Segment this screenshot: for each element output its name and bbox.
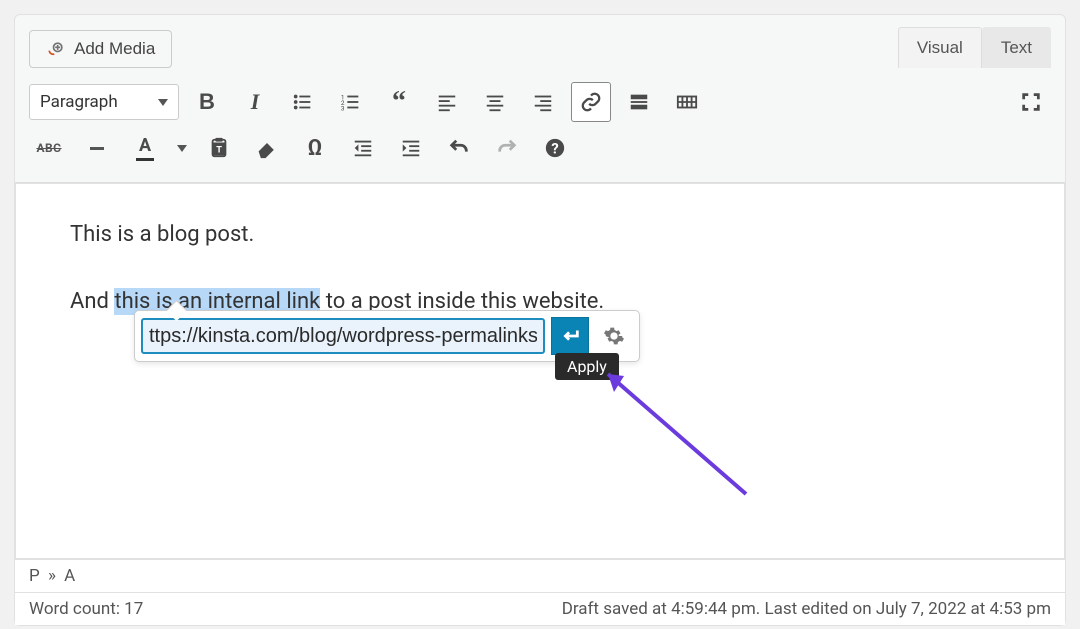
- element-path[interactable]: P » A: [15, 559, 1065, 592]
- format-select[interactable]: Paragraph: [29, 84, 179, 120]
- tab-visual[interactable]: Visual: [898, 27, 982, 68]
- link-icon: [580, 91, 602, 113]
- special-char-button[interactable]: Ω: [295, 128, 335, 168]
- content-editor[interactable]: This is a blog post. And this is an inte…: [15, 183, 1065, 559]
- draft-status: Draft saved at 4:59:44 pm. Last edited o…: [562, 599, 1051, 619]
- format-select-label: Paragraph: [40, 92, 118, 112]
- editor-tabs: Visual Text: [898, 27, 1051, 68]
- tab-text[interactable]: Text: [982, 27, 1051, 68]
- bold-icon: B: [199, 89, 215, 115]
- gear-icon: [603, 325, 625, 347]
- link-settings-button[interactable]: [595, 317, 633, 355]
- add-media-label: Add Media: [74, 39, 155, 59]
- paste-text-button[interactable]: TT: [199, 128, 239, 168]
- svg-text:?: ?: [551, 140, 558, 158]
- align-right-button[interactable]: [523, 82, 563, 122]
- clear-formatting-button[interactable]: [247, 128, 287, 168]
- toolbar: Paragraph B I 123 “ ABC A TT Ω: [15, 68, 1065, 183]
- fullscreen-icon: [1020, 91, 1042, 113]
- link-url-input[interactable]: [141, 318, 545, 354]
- redo-icon: [496, 137, 518, 159]
- outdent-button[interactable]: [343, 128, 383, 168]
- toolbar-row-1: Paragraph B I 123 “: [29, 82, 1051, 122]
- omega-icon: Ω: [308, 136, 323, 161]
- align-left-icon: [436, 91, 458, 113]
- clipboard-t-icon: TT: [208, 137, 230, 159]
- top-row: Add Media Visual Text: [15, 15, 1065, 68]
- readmore-icon: [628, 91, 650, 113]
- help-icon: ?: [544, 137, 566, 159]
- media-icon: [46, 39, 66, 59]
- hr-icon: [90, 147, 104, 150]
- svg-text:T: T: [216, 146, 222, 156]
- italic-icon: I: [251, 89, 260, 115]
- keyboard-icon: [676, 91, 698, 113]
- align-right-icon: [532, 91, 554, 113]
- help-button[interactable]: ?: [535, 128, 575, 168]
- ul-button[interactable]: [283, 82, 323, 122]
- chevron-down-icon: [158, 99, 168, 106]
- strikethrough-icon: ABC: [36, 141, 61, 155]
- inline-link-toolbar: Apply: [134, 310, 640, 362]
- redo-button[interactable]: [487, 128, 527, 168]
- word-count: Word count: 17: [29, 599, 143, 619]
- toolbar-toggle-button[interactable]: [667, 82, 707, 122]
- textcolor-button[interactable]: A: [125, 128, 165, 168]
- apply-link-button[interactable]: [551, 317, 589, 355]
- enter-icon: [559, 325, 581, 347]
- status-bar: Word count: 17 Draft saved at 4:59:44 pm…: [15, 592, 1065, 625]
- undo-button[interactable]: [439, 128, 479, 168]
- indent-icon: [400, 137, 422, 159]
- editor-panel: Add Media Visual Text Paragraph B I 123 …: [14, 14, 1066, 626]
- align-center-icon: [484, 91, 506, 113]
- align-center-button[interactable]: [475, 82, 515, 122]
- link-button[interactable]: [571, 82, 611, 122]
- strikethrough-button[interactable]: ABC: [29, 128, 69, 168]
- hr-button[interactable]: [77, 128, 117, 168]
- undo-icon: [448, 137, 470, 159]
- textcolor-icon: A: [136, 135, 154, 161]
- indent-button[interactable]: [391, 128, 431, 168]
- quote-button[interactable]: “: [379, 82, 419, 122]
- readmore-button[interactable]: [619, 82, 659, 122]
- chevron-down-icon: [177, 145, 187, 152]
- eraser-icon: [256, 137, 278, 159]
- add-media-button[interactable]: Add Media: [29, 30, 172, 68]
- align-left-button[interactable]: [427, 82, 467, 122]
- ol-button[interactable]: 123: [331, 82, 371, 122]
- bold-button[interactable]: B: [187, 82, 227, 122]
- textcolor-dropdown[interactable]: [173, 128, 191, 168]
- list-ul-icon: [292, 91, 314, 113]
- fullscreen-button[interactable]: [1011, 82, 1051, 122]
- apply-tooltip: Apply: [555, 353, 619, 380]
- list-ol-icon: 123: [340, 91, 362, 113]
- quote-icon: “: [392, 86, 406, 118]
- paragraph[interactable]: This is a blog post.: [70, 222, 1010, 247]
- annotation-arrow: [596, 364, 756, 504]
- toolbar-row-2: ABC A TT Ω ?: [29, 128, 1051, 168]
- outdent-icon: [352, 137, 374, 159]
- italic-button[interactable]: I: [235, 82, 275, 122]
- svg-text:3: 3: [341, 104, 345, 112]
